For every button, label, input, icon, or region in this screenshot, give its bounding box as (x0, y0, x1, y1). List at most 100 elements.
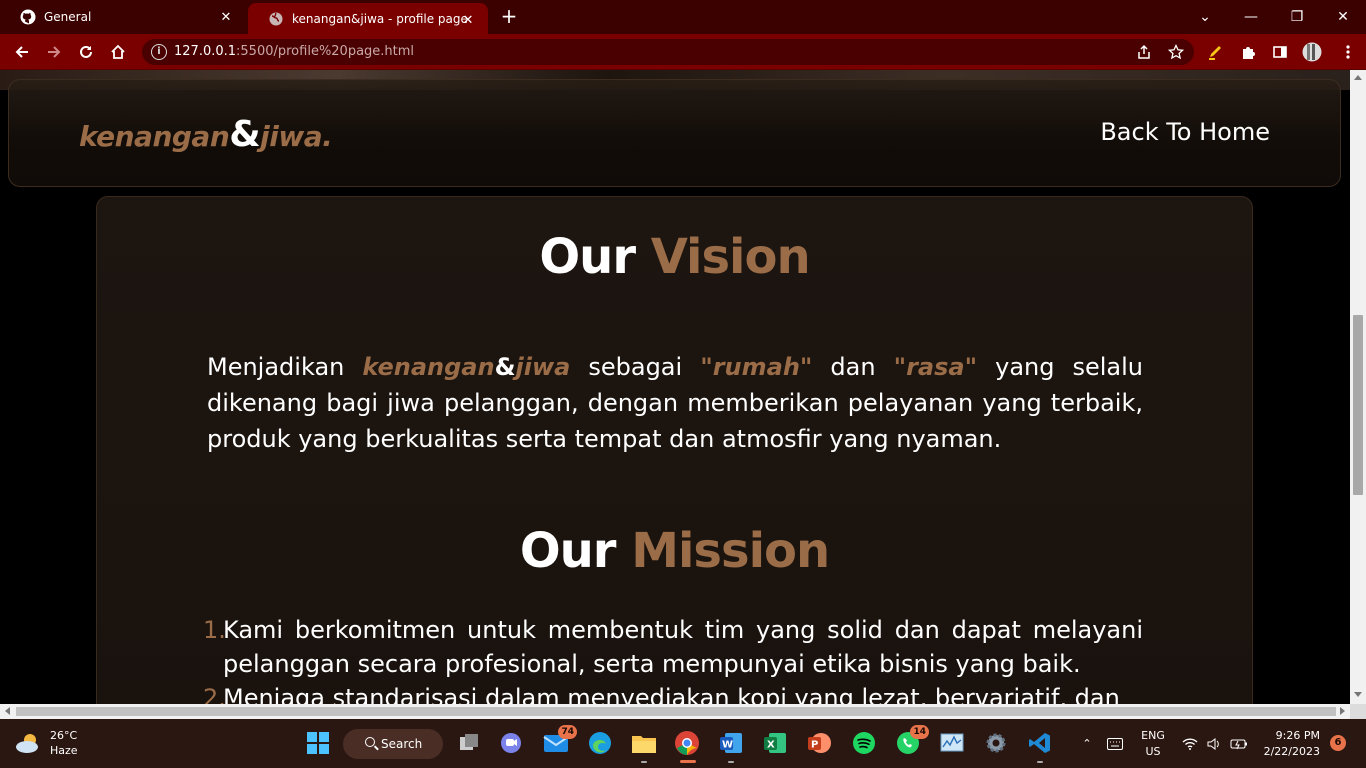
mission-item-number: 2. (203, 684, 226, 704)
tab-title: General (44, 10, 92, 24)
powerpoint-icon[interactable]: P (804, 728, 834, 758)
side-panel-icon[interactable] (1270, 42, 1290, 62)
clock-time: 9:26 PM (1275, 729, 1320, 742)
globe-icon (268, 11, 284, 27)
vision-brand-amp: & (494, 353, 516, 381)
reload-icon[interactable] (74, 40, 98, 64)
mission-list: 1. Kami berkomitmen untuk membentuk tim … (203, 613, 1143, 704)
page-viewport: kenangan&jiwa. Back To Home Our Vision M… (0, 70, 1350, 704)
weather-temperature: 26°C (50, 729, 78, 742)
tab-profile-page[interactable]: kenangan&jiwa - profile page ✕ (248, 3, 488, 34)
horizontal-scroll-thumb[interactable] (16, 707, 1336, 716)
vision-brand-left: kenangan (362, 353, 495, 381)
vertical-scrollbar[interactable] (1350, 70, 1366, 704)
address-bar[interactable]: i 127.0.0.1:5500/profile%20page.html (142, 39, 1194, 65)
profile-avatar-icon[interactable] (1302, 42, 1322, 62)
browser-menu-icon[interactable] (1338, 42, 1358, 62)
whatsapp-icon[interactable]: 14 (893, 725, 929, 758)
forward-arrow-icon[interactable] (42, 40, 66, 64)
tab-general[interactable]: General ✕ (0, 0, 246, 34)
close-tab-icon[interactable]: ✕ (218, 9, 234, 25)
notification-center-badge[interactable]: 6 (1330, 735, 1346, 751)
input-language-indicator[interactable]: ENG US (1140, 728, 1166, 760)
svg-text:W: W (722, 740, 733, 751)
vision-text-mid1: sebagai (570, 353, 701, 381)
mission-item: 1. Kami berkomitmen untuk membentuk tim … (203, 613, 1143, 681)
start-button-windows-icon[interactable] (303, 728, 333, 758)
new-tab-button[interactable]: + (498, 6, 520, 28)
mission-title: Our Mission (97, 523, 1252, 579)
scroll-down-arrow-icon[interactable] (1354, 692, 1362, 697)
bookmark-star-icon[interactable] (1166, 42, 1186, 62)
volume-icon[interactable] (1204, 719, 1224, 768)
spotify-icon[interactable] (849, 728, 879, 758)
home-icon[interactable] (106, 40, 130, 64)
windows-taskbar: 26°C Haze Search 74 W X P 14 ⌃ ENG US 9:… (0, 719, 1366, 768)
resource-monitor-icon[interactable] (937, 728, 967, 758)
battery-icon[interactable] (1228, 719, 1250, 768)
touch-keyboard-icon[interactable] (1104, 719, 1126, 768)
keyboard-region: US (1145, 745, 1161, 758)
github-icon (20, 9, 36, 25)
scroll-right-arrow-icon[interactable] (1340, 707, 1345, 715)
mail-icon[interactable]: 74 (541, 725, 577, 758)
back-to-home-link[interactable]: Back To Home (1100, 118, 1270, 146)
mission-title-plain: Our (519, 523, 617, 579)
system-clock[interactable]: 9:26 PM 2/22/2023 (1262, 728, 1320, 760)
site-header: kenangan&jiwa. Back To Home (8, 79, 1341, 187)
vision-title: Our Vision (97, 229, 1252, 285)
running-indicator (1037, 761, 1043, 763)
brand-ampersand: & (229, 114, 261, 155)
vertical-scroll-thumb[interactable] (1353, 315, 1363, 495)
back-arrow-icon[interactable] (10, 40, 34, 64)
file-explorer-icon[interactable] (629, 728, 659, 758)
scroll-left-arrow-icon[interactable] (5, 707, 10, 715)
brand-logo[interactable]: kenangan&jiwa. (79, 114, 333, 155)
url-text[interactable]: 127.0.0.1:5500/profile%20page.html (174, 44, 414, 59)
highlighter-extension-icon[interactable] (1206, 42, 1226, 62)
brand-name-right: jiwa. (260, 120, 333, 153)
teams-chat-icon[interactable] (496, 728, 526, 758)
tab-title: kenangan&jiwa - profile page (292, 11, 468, 26)
mission-item-text: Menjaga standarisasi dalam menyediakan k… (223, 684, 1120, 704)
vision-text-mid2: dan (812, 353, 894, 381)
vision-brand: kenangan&jiwa (362, 353, 570, 381)
restore-button[interactable]: ❐ (1274, 0, 1320, 34)
close-tab-icon[interactable]: ✕ (460, 12, 476, 28)
wifi-icon[interactable] (1180, 719, 1200, 768)
vision-quote-rasa: "rasa" (893, 353, 978, 381)
vision-title-plain: Our (539, 229, 636, 285)
settings-gear-icon[interactable] (981, 728, 1011, 758)
weather-condition: Haze (50, 744, 78, 757)
extensions-puzzle-icon[interactable] (1238, 42, 1258, 62)
running-indicator (641, 761, 647, 763)
clock-date: 2/22/2023 (1263, 745, 1320, 758)
vscode-icon[interactable] (1025, 728, 1055, 758)
brand-name-left: kenangan (79, 120, 230, 153)
weather-widget[interactable]: 26°C Haze (14, 728, 78, 758)
search-label: Search (381, 737, 423, 751)
mission-item-number: 1. (203, 616, 226, 644)
vision-text-start: Menjadikan (207, 353, 363, 381)
mission-title-accent: Mission (631, 523, 830, 579)
horizontal-scrollbar[interactable] (0, 704, 1350, 719)
close-window-button[interactable]: ✕ (1320, 0, 1366, 34)
edge-browser-icon[interactable] (585, 728, 615, 758)
scrollbar-corner (1350, 704, 1366, 719)
excel-icon[interactable]: X (760, 728, 790, 758)
whatsapp-badge: 14 (910, 725, 929, 739)
svg-text:X: X (767, 740, 775, 751)
tab-search-chevron-icon[interactable]: ⌄ (1182, 0, 1228, 34)
weather-cloud-icon (16, 734, 38, 753)
taskbar-search-box[interactable]: Search (343, 729, 443, 759)
share-icon[interactable] (1134, 42, 1154, 62)
site-info-icon[interactable]: i (151, 44, 167, 60)
word-icon[interactable]: W (716, 728, 746, 758)
mission-item: 2. Menjaga standarisasi dalam menyediaka… (203, 681, 1143, 704)
chrome-browser-icon[interactable] (672, 728, 702, 758)
show-hidden-icons-chevron-icon[interactable]: ⌃ (1078, 719, 1096, 768)
scroll-up-arrow-icon[interactable] (1354, 75, 1362, 80)
minimize-button[interactable]: — (1228, 0, 1274, 34)
mission-item-text: Kami berkomitmen untuk membentuk tim yan… (223, 616, 1143, 678)
task-view-icon[interactable] (454, 728, 484, 758)
